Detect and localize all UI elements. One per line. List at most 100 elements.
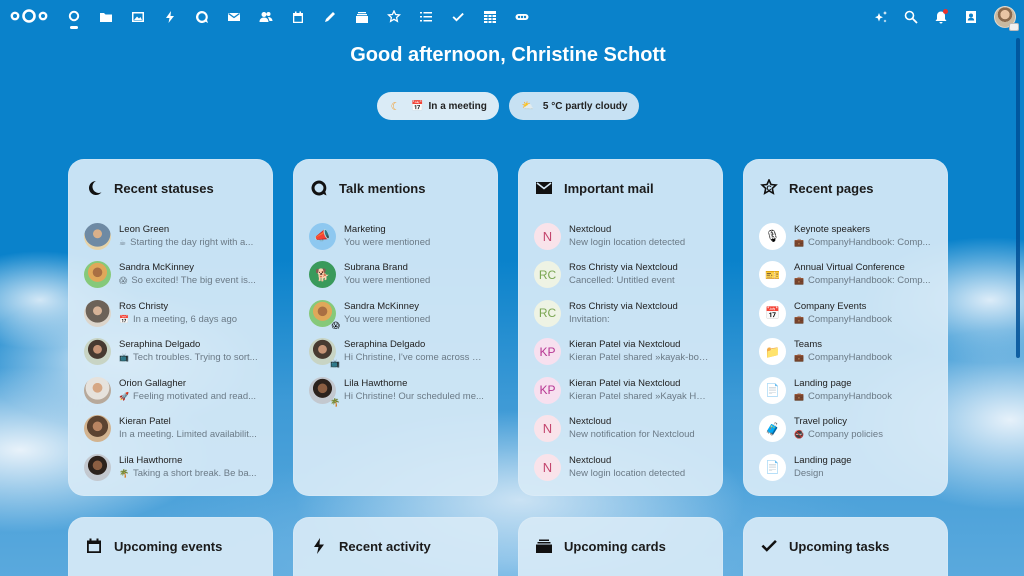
search-button[interactable] (896, 0, 926, 33)
sender-avatar: N (534, 222, 561, 250)
list-item[interactable]: Orion Gallagher 🚀 Feeling motivated and r… (84, 371, 261, 410)
list-item[interactable]: N Nextcloud New notification for Nextclo… (534, 410, 711, 449)
list-item[interactable]: N Nextcloud New login location detected (534, 448, 711, 487)
page-scrollbar[interactable] (1016, 38, 1020, 358)
list-item[interactable]: KP Kieran Patel via Nextcloud Kieran Pat… (534, 333, 711, 372)
nextcloud-logo[interactable] (10, 8, 48, 24)
status-badge: 😱 (331, 320, 340, 330)
widget-header: Upcoming tasks (743, 517, 948, 575)
list-item[interactable]: Sandra McKinney 😱 So excited! The big eve… (84, 256, 261, 295)
widget-recent-statuses: Recent statuses Leon Green ☕ Starting the… (68, 159, 273, 496)
widget-header: Recent statuses (68, 159, 273, 217)
avatar (84, 261, 111, 289)
app-tables[interactable] (474, 0, 506, 33)
list-item[interactable]: 📁 Teams 💼 CompanyHandbook (759, 333, 936, 372)
app-menu (58, 0, 538, 33)
collectives-icon (387, 9, 401, 23)
image-icon (132, 11, 144, 22)
list-item[interactable]: KP Kieran Patel via Nextcloud Kieran Pat… (534, 371, 711, 410)
app-dashboard[interactable] (58, 0, 90, 33)
app-activity[interactable] (154, 0, 186, 33)
list-item[interactable]: 📄 Landing page Design (759, 448, 936, 487)
list-item[interactable]: 📣 Marketing You were mentioned (309, 217, 486, 256)
calendar-icon: 📅 (759, 299, 786, 327)
avatar: 🌴 (309, 376, 340, 407)
weather-status-button[interactable]: ⛅ 5 °C partly cloudy (508, 92, 640, 120)
sender-avatar: KP (534, 376, 561, 404)
widget-header: Important mail (518, 159, 723, 217)
app-tasks-list[interactable] (410, 0, 442, 33)
status-badge: 🌴 (330, 397, 340, 407)
sender-avatar: N (534, 453, 561, 481)
app-mail[interactable] (218, 0, 250, 33)
list-item[interactable]: 🎙 Keynote speakers 💼 CompanyHandbook: Com… (759, 217, 936, 256)
list-item[interactable]: 🎫 Annual Virtual Conference 💼 CompanyHand… (759, 256, 936, 295)
list-item[interactable]: 🧳 Travel policy 🚭 Company policies (759, 410, 936, 449)
app-contacts[interactable] (250, 0, 282, 33)
sender-avatar: RC (534, 299, 561, 327)
app-talk[interactable] (186, 0, 218, 33)
status-emoji: 🌴 (119, 468, 129, 478)
conversation-avatar: 📣 (309, 222, 336, 250)
talk-icon (309, 178, 329, 198)
status-row: ☾ 📅 In a meeting ⛅ 5 °C partly cloudy (0, 92, 1016, 120)
widget-header: Upcoming events (68, 517, 273, 575)
collectives-icon: C (759, 178, 779, 198)
list-item[interactable]: 🌴 Lila Hawthorne Hi Christine! Our sched… (309, 371, 486, 410)
list-item[interactable]: 😱 Sandra McKinney You were mentioned (309, 294, 486, 333)
lightning-icon (166, 10, 174, 23)
user-status-button[interactable]: ☾ 📅 In a meeting (376, 92, 499, 120)
dashboard-icon (68, 10, 80, 21)
list-item[interactable]: Leon Green ☕ Starting the day right with … (84, 217, 261, 256)
app-collectives[interactable] (378, 0, 410, 33)
contacts-menu-button[interactable] (956, 0, 986, 33)
app-tasks[interactable] (442, 0, 474, 33)
notifications-button[interactable] (926, 0, 956, 33)
app-integrations[interactable] (506, 0, 538, 33)
list-item[interactable]: Seraphina Delgado 📺 Tech troubles. Trying… (84, 333, 261, 372)
avatar (84, 453, 111, 481)
avatar (84, 376, 111, 404)
briefcase-icon: 💼 (794, 276, 804, 286)
widget-recent-activity: Recent activity (293, 517, 498, 576)
talk-icon (196, 10, 208, 23)
widget-upcoming-cards: Upcoming cards (518, 517, 723, 576)
app-calendar[interactable] (282, 0, 314, 33)
list-item[interactable]: Ros Christy 📅 In a meeting, 6 days ago (84, 294, 261, 333)
widget-header: C Recent pages (743, 159, 948, 217)
widget-upcoming-events: Upcoming events (68, 517, 273, 576)
list-item[interactable]: RC Ros Christy via Nextcloud Invitation: (534, 294, 711, 333)
check-icon (452, 12, 464, 21)
widget-header: Talk mentions (293, 159, 498, 217)
app-deck[interactable] (346, 0, 378, 33)
avatar (84, 222, 111, 250)
contacts-icon (259, 11, 273, 22)
widget-header: Recent activity (293, 517, 498, 575)
mail-list: N Nextcloud New login location detected … (518, 217, 723, 487)
list-item[interactable]: 📺 Seraphina Delgado Hi Christine, I've c… (309, 333, 486, 372)
folder-icon (100, 12, 112, 22)
user-avatar[interactable] (994, 5, 1019, 31)
calendar-icon (293, 11, 303, 23)
list-item[interactable]: Lila Hawthorne 🌴 Taking a short break. Be… (84, 448, 261, 487)
contacts-menu-icon (966, 10, 976, 23)
app-photos[interactable] (122, 0, 154, 33)
list-item[interactable]: 📅 Company Events 💼 CompanyHandbook (759, 294, 936, 333)
status-emoji: 📅 (119, 314, 129, 324)
folder-icon: 📁 (759, 338, 786, 366)
list-item[interactable]: 📄 Landing page 💼 CompanyHandbook (759, 371, 936, 410)
assistant-button[interactable] (866, 0, 896, 33)
mail-icon (534, 178, 554, 198)
list-item[interactable]: Kieran Patel In a meeting. Limited avail… (84, 410, 261, 449)
sender-avatar: KP (534, 338, 561, 366)
list-item[interactable]: 🐕 Subrana Brand You were mentioned (309, 256, 486, 295)
deck-icon (534, 536, 554, 556)
avatar: 📺 (309, 338, 340, 368)
app-files[interactable] (90, 0, 122, 33)
document-icon: 📄 (759, 376, 786, 404)
app-notes[interactable] (314, 0, 346, 33)
list-item[interactable]: RC Ros Christy via Nextcloud Cancelled: … (534, 256, 711, 295)
briefcase-icon: 💼 (794, 314, 804, 324)
list-item[interactable]: N Nextcloud New login location detected (534, 217, 711, 256)
sender-avatar: RC (534, 261, 561, 289)
